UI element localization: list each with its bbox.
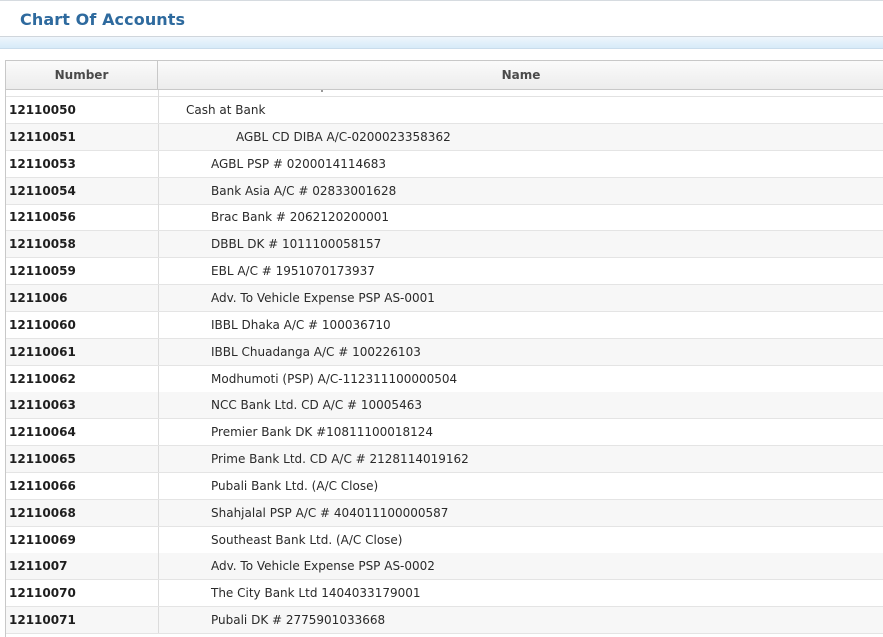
table-row[interactable]: 1211006 Adv. To Vehicle Expense PSP AS-00… <box>6 284 883 312</box>
account-number: 12110069 <box>9 532 76 547</box>
account-name: Southeast Bank Ltd. (A/C Close) <box>211 532 403 547</box>
table-row[interactable]: 12110068 Shahjalal PSP A/C # 404011100000… <box>6 499 883 527</box>
account-name: Prime Bank Ltd. CD A/C # 2128114019162 <box>211 452 469 467</box>
column-header-number[interactable]: Number <box>6 61 158 89</box>
account-number: 12110064 <box>9 425 76 440</box>
account-number: 12110058 <box>9 237 76 252</box>
account-number: 12110065 <box>9 452 76 467</box>
accounts-grid: Number Name 12110050 Cash at Bank 12110051… <box>5 60 883 637</box>
grid-header: Number Name <box>6 61 883 90</box>
account-name: EBL A/C # 1951070173937 <box>211 264 375 279</box>
account-name: DBBL DK # 1011100058157 <box>211 237 382 252</box>
table-row[interactable]: 12110053 AGBL PSP # 0200014114683 <box>6 150 883 178</box>
table-row[interactable]: 12110065 Prime Bank Ltd. CD A/C # 2128114… <box>6 446 883 474</box>
table-row[interactable]: 12110061 IBBL Chuadanga A/C # 100226103 <box>6 338 883 366</box>
account-name: IBBL Dhaka A/C # 100036710 <box>211 317 391 332</box>
account-name: Modhumoti (PSP) A/C-112311100000504 <box>211 371 458 386</box>
title-bar: Chart Of Accounts <box>0 0 883 37</box>
account-name: IBBL Chuadanga A/C # 100226103 <box>211 344 421 359</box>
account-name: AGBL PSP # 0200014114683 <box>211 156 387 171</box>
account-number: 12110060 <box>9 317 76 332</box>
table-row[interactable]: 12110051 AGBL CD DIBA A/C-0200023358362 <box>6 123 883 151</box>
table-row[interactable]: 12110060 IBBL Dhaka A/C # 100036710 <box>6 311 883 339</box>
table-row[interactable]: 12110070 The City Bank Ltd 1404033179001 <box>6 580 883 608</box>
account-number: 12110063 <box>9 398 76 413</box>
column-header-name[interactable]: Name <box>158 61 883 89</box>
table-row[interactable]: 12110056 Brac Bank # 2062120200001 <box>6 204 883 232</box>
account-number: 12110054 <box>9 183 76 198</box>
table-row[interactable]: 12110069 Southeast Bank Ltd. (A/C Close) <box>6 526 883 554</box>
account-number: 12110066 <box>9 478 76 493</box>
table-row[interactable]: 12110066 Pubali Bank Ltd. (A/C Close) <box>6 472 883 500</box>
table-row[interactable]: 12110050 Cash at Bank <box>6 97 883 124</box>
account-name: Shahjalal PSP A/C # 404011100000587 <box>211 505 449 520</box>
account-number: 12110051 <box>9 129 76 144</box>
table-row[interactable]: 12110063 NCC Bank Ltd. CD A/C # 10005463 <box>6 392 883 420</box>
account-name: The City Bank Ltd 1404033179001 <box>211 586 421 601</box>
table-row[interactable]: 12110071 Pubali DK # 2775901033668 <box>6 607 883 635</box>
account-number: 1211007 <box>9 559 68 574</box>
table-row[interactable]: 12110062 Modhumoti (PSP) A/C-112311100000… <box>6 365 883 393</box>
account-name: Cash at Bank <box>186 103 266 117</box>
account-name: AGBL CD DIBA A/C-0200023358362 <box>236 129 451 144</box>
account-number: 12110059 <box>9 264 76 279</box>
account-name: Bank Asia A/C # 02833001628 <box>211 183 397 198</box>
account-name: Adv. To Vehicle Expense PSP AS-0001 <box>211 290 435 305</box>
table-row[interactable]: 1211007 Adv. To Vehicle Expense PSP AS-00… <box>6 553 883 581</box>
account-number: 12110068 <box>9 505 76 520</box>
table-row[interactable]: 12110054 Bank Asia A/C # 02833001628 <box>6 177 883 205</box>
account-number: 1211006 <box>9 290 68 305</box>
account-name: NCC Bank Ltd. CD A/C # 10005463 <box>211 398 422 413</box>
account-name: Premier Bank DK #10811100018124 <box>211 425 434 440</box>
account-name: Brac Bank # 2062120200001 <box>211 210 390 225</box>
account-number: 12110050 <box>9 103 76 117</box>
partial-row <box>6 90 883 97</box>
account-name: Pubali DK # 2775901033668 <box>211 613 386 628</box>
account-name: Pubali Bank Ltd. (A/C Close) <box>211 478 379 493</box>
account-number: 12110070 <box>9 586 76 601</box>
account-number: 12110062 <box>9 371 76 386</box>
account-number: 12110056 <box>9 210 76 225</box>
toolbar-strip <box>0 37 883 49</box>
page-title: Chart Of Accounts <box>20 10 186 29</box>
table-row[interactable]: 12110058 DBBL DK # 1011100058157 <box>6 231 883 259</box>
table-row[interactable]: 12110059 EBL A/C # 1951070173937 <box>6 258 883 286</box>
account-number: 12110061 <box>9 344 76 359</box>
account-number: 12110053 <box>9 156 76 171</box>
table-row[interactable]: 12110064 Premier Bank DK #10811100018124 <box>6 419 883 447</box>
account-name: Adv. To Vehicle Expense PSP AS-0002 <box>211 559 435 574</box>
chart-of-accounts-page: Chart Of Accounts Number Name 12110050 Ca… <box>0 0 883 637</box>
account-number: 12110071 <box>9 613 76 628</box>
